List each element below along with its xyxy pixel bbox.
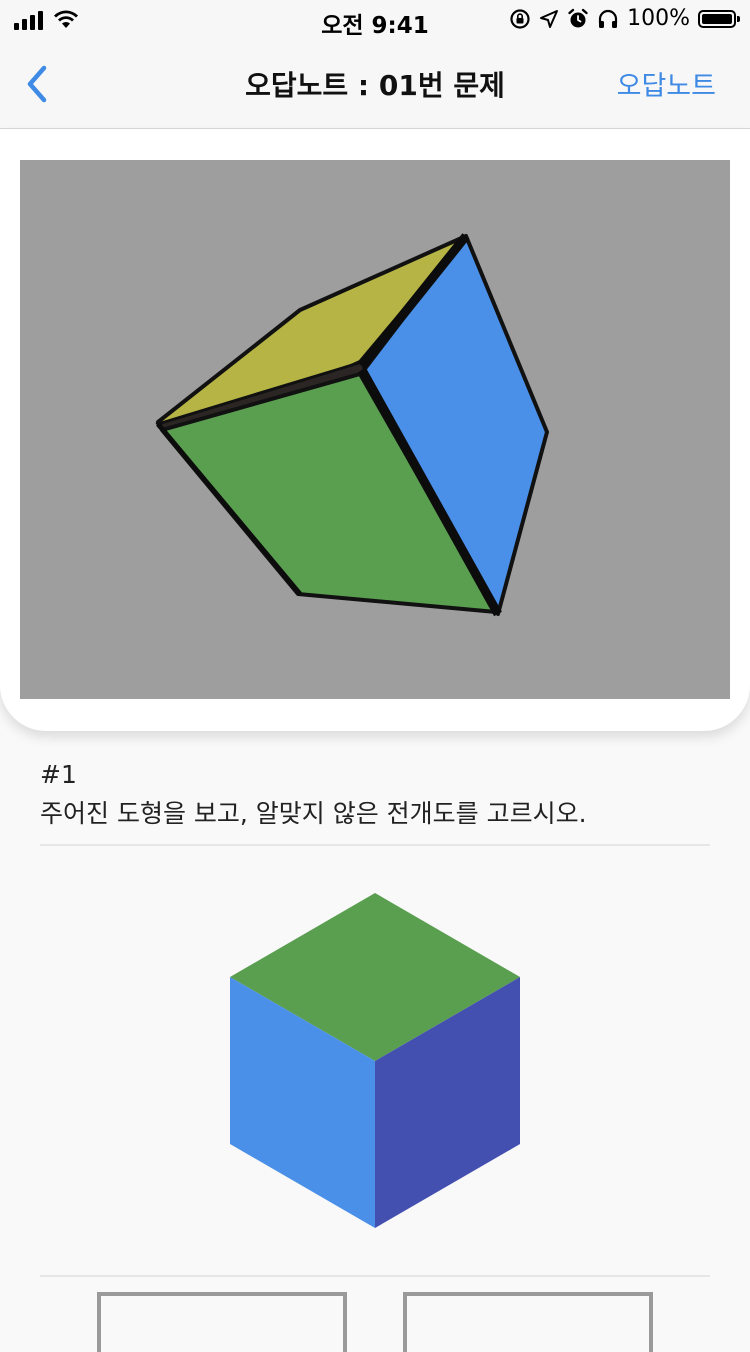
battery-percent: 100% xyxy=(627,6,690,31)
question-number: #1 xyxy=(40,760,77,789)
status-right: 100% xyxy=(509,6,740,31)
rotated-cube-illustration xyxy=(155,233,549,617)
answer-option-2[interactable] xyxy=(403,1292,653,1352)
cube-3d-viewer[interactable] xyxy=(20,160,730,699)
orientation-lock-icon xyxy=(510,8,530,29)
question-text: 주어진 도형을 보고, 알맞지 않은 전개도를 고르시오. xyxy=(40,799,587,828)
divider xyxy=(40,1275,710,1277)
wrong-answer-note-button[interactable]: 오답노트 xyxy=(617,64,716,103)
isometric-cube-illustration xyxy=(230,893,520,1228)
answer-option-1[interactable] xyxy=(97,1292,347,1352)
battery-level xyxy=(702,13,732,24)
divider xyxy=(40,844,710,846)
reference-cube xyxy=(200,880,550,1240)
status-bar: 오전 9:41 100% xyxy=(0,0,750,40)
navigation-bar: 오답노트 : 01번 문제 오답노트 xyxy=(0,40,750,129)
image-card xyxy=(0,129,750,731)
headphones-icon xyxy=(598,9,618,28)
battery-icon xyxy=(698,9,740,28)
alarm-icon xyxy=(568,8,588,27)
location-arrow-icon xyxy=(540,9,559,28)
